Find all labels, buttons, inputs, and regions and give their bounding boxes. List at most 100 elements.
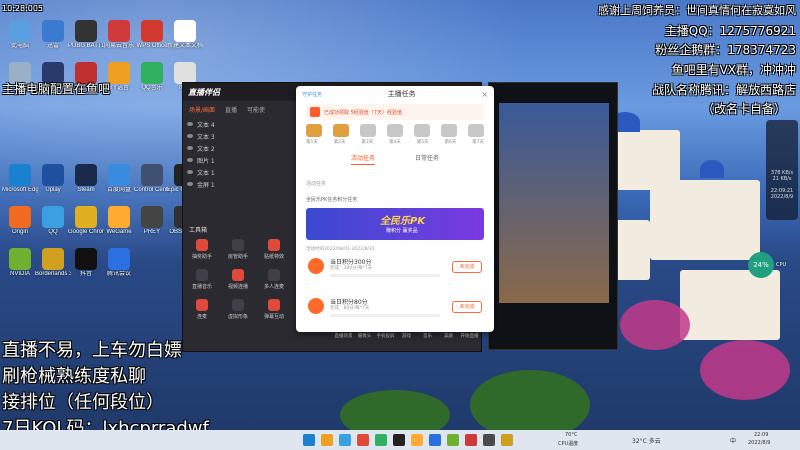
tool-button[interactable]: 弹幕互动 bbox=[259, 299, 289, 320]
desktop-icon[interactable]: Steam bbox=[68, 164, 104, 194]
app-icon bbox=[108, 248, 130, 270]
bottom-tool-button[interactable]: 直播场景 bbox=[333, 331, 354, 339]
app-icon bbox=[42, 248, 64, 270]
app-icon bbox=[174, 62, 196, 84]
eye-icon[interactable] bbox=[187, 158, 193, 162]
chest-icon[interactable] bbox=[441, 124, 457, 137]
desktop-icon[interactable]: QQ bbox=[35, 206, 71, 236]
taskbar-app-icon[interactable] bbox=[411, 434, 423, 446]
overlay-rename-card: （改名卡自备） bbox=[701, 102, 786, 116]
task-item: 当日积分80分 完成：80分/每*7天 未完成 bbox=[304, 294, 486, 324]
desktop-icon[interactable]: WPS Office bbox=[134, 20, 170, 50]
taskbar-app-icon[interactable] bbox=[375, 434, 387, 446]
chest-icon[interactable] bbox=[387, 124, 403, 137]
preview-panel bbox=[488, 82, 618, 350]
desktop-icon[interactable]: Control Center 2.0 bbox=[134, 164, 170, 194]
eye-icon[interactable] bbox=[187, 182, 193, 186]
tray-clock[interactable]: 22:09 bbox=[754, 432, 768, 438]
tool-button[interactable]: 多人连麦 bbox=[259, 269, 289, 290]
tool-button[interactable]: 视频连播 bbox=[223, 269, 253, 290]
tab-more[interactable]: 可能使 bbox=[247, 105, 265, 114]
taskbar-app-icon[interactable] bbox=[339, 434, 351, 446]
app-icon bbox=[9, 248, 31, 270]
bottom-tool-label: 开始直播 bbox=[460, 334, 479, 339]
eye-icon[interactable] bbox=[187, 170, 193, 174]
tool-button[interactable]: 直播音乐 bbox=[187, 269, 217, 290]
chest-icon[interactable] bbox=[414, 124, 430, 137]
bottom-tool-button[interactable]: 游戏 bbox=[396, 331, 417, 339]
tray-weather[interactable]: 32°C 多云 bbox=[632, 436, 661, 445]
tool-button[interactable]: 贴纸特效 bbox=[259, 239, 289, 260]
bottom-tool-button[interactable]: 手机投屏 bbox=[375, 331, 396, 339]
tab-scene[interactable]: 场景/画面 bbox=[189, 105, 215, 114]
net-down: 21 KB/s bbox=[772, 176, 792, 182]
bottom-tool-button[interactable]: 美颜 bbox=[438, 331, 459, 339]
taskbar-app-icon[interactable] bbox=[447, 434, 459, 446]
bottom-tool-button[interactable]: 音乐 bbox=[417, 331, 438, 339]
eye-icon[interactable] bbox=[187, 134, 193, 138]
app-icon bbox=[9, 164, 31, 186]
desktop-icon[interactable]: Origin bbox=[2, 206, 38, 236]
desktop-icon[interactable]: Uplay bbox=[35, 164, 71, 194]
taskbar-app-icon[interactable] bbox=[321, 434, 333, 446]
desktop-icon[interactable]: Borderlands 3 bbox=[35, 248, 71, 278]
desktop-icon[interactable]: WeGame bbox=[101, 206, 137, 236]
task-status-button[interactable]: 未完成 bbox=[452, 261, 482, 273]
bottom-tool-button[interactable]: 开始直播 bbox=[459, 331, 480, 339]
app-icon bbox=[42, 20, 64, 42]
taskbar: 70°C CPU温度 32°C 多云 中 22:09 2022/8/9 bbox=[0, 430, 800, 450]
app-icon bbox=[141, 164, 163, 186]
eye-icon[interactable] bbox=[187, 146, 193, 150]
desktop-icon[interactable]: 此电脑 bbox=[2, 20, 38, 50]
popup-header-left[interactable]: 守护任务 bbox=[302, 91, 322, 98]
desktop-icon[interactable]: Google Chrome bbox=[68, 206, 104, 236]
tray-date[interactable]: 2022/8/9 bbox=[748, 440, 770, 446]
chest-icon[interactable] bbox=[306, 124, 322, 137]
tool-label: 视频连播 bbox=[227, 284, 248, 290]
wallpaper-flowers bbox=[620, 300, 690, 350]
tool-button[interactable]: 虚拟形象 bbox=[223, 299, 253, 320]
taskbar-app-icon[interactable] bbox=[465, 434, 477, 446]
tray-ime[interactable]: 中 bbox=[730, 436, 736, 445]
desktop-icon[interactable]: NVIDIA bbox=[2, 248, 38, 278]
tool-button[interactable]: 连麦 bbox=[187, 299, 217, 320]
desktop-icon[interactable]: PREY bbox=[134, 206, 170, 236]
taskbar-app-icon[interactable] bbox=[483, 434, 495, 446]
taskbar-app-icon[interactable] bbox=[303, 434, 315, 446]
tab-live[interactable]: 直播 bbox=[225, 105, 237, 114]
chest-icon[interactable] bbox=[333, 124, 349, 137]
desktop-icon[interactable]: 迅雷 bbox=[35, 20, 71, 50]
tab-activity-tasks[interactable]: 活动任务 bbox=[350, 153, 375, 165]
chest-icon[interactable] bbox=[468, 124, 484, 137]
bottom-tool-button[interactable]: 摄像头 bbox=[354, 331, 375, 339]
task-status-button[interactable]: 未完成 bbox=[452, 301, 482, 313]
taskbar-app-icon[interactable] bbox=[357, 434, 369, 446]
eye-icon[interactable] bbox=[187, 122, 193, 126]
desktop-icon[interactable]: 腾讯会议 bbox=[101, 248, 137, 278]
taskbar-app-icon[interactable] bbox=[501, 434, 513, 446]
desktop-icon[interactable]: 百度网盘 bbox=[101, 164, 137, 194]
tool-icon bbox=[232, 239, 244, 251]
desktop-icon-label: Steam bbox=[77, 187, 95, 193]
pk-banner[interactable]: 全民乐PK 赚积分 赢奖品 bbox=[306, 208, 484, 240]
chest-icon[interactable] bbox=[360, 124, 376, 137]
taskbar-app-icon[interactable] bbox=[429, 434, 441, 446]
desktop-icon[interactable]: 抖音 bbox=[68, 248, 104, 278]
desktop-icon[interactable]: QQ音乐 bbox=[134, 62, 170, 92]
desktop-icon-label: Google Chrome bbox=[68, 229, 104, 235]
desktop-icon[interactable]: 新建文本文档.txt bbox=[167, 20, 203, 50]
desktop-icon[interactable]: 网易云音乐 bbox=[101, 20, 137, 50]
fire-icon bbox=[308, 298, 324, 314]
tool-button[interactable]: 抽奖助手 bbox=[187, 239, 217, 260]
task-popup: 守护任务 主播任务 × 已成功领取 5经验值（7天）经验值 第1天 第2天 第3… bbox=[296, 86, 494, 332]
tool-icon bbox=[268, 239, 280, 251]
tab-daily-tasks[interactable]: 日常任务 bbox=[415, 153, 439, 165]
taskbar-apps bbox=[300, 434, 516, 446]
desktop-icon[interactable]: Microsoft Edge bbox=[2, 164, 38, 194]
close-icon[interactable]: × bbox=[481, 90, 488, 99]
reward-chests bbox=[296, 122, 494, 139]
taskbar-app-icon[interactable] bbox=[393, 434, 405, 446]
tool-button[interactable]: 房管助手 bbox=[223, 239, 253, 260]
task-desc: 完成：300分/每*7天 bbox=[330, 266, 373, 271]
desktop-icon[interactable]: PUBG BATTLEGR... bbox=[68, 20, 104, 50]
